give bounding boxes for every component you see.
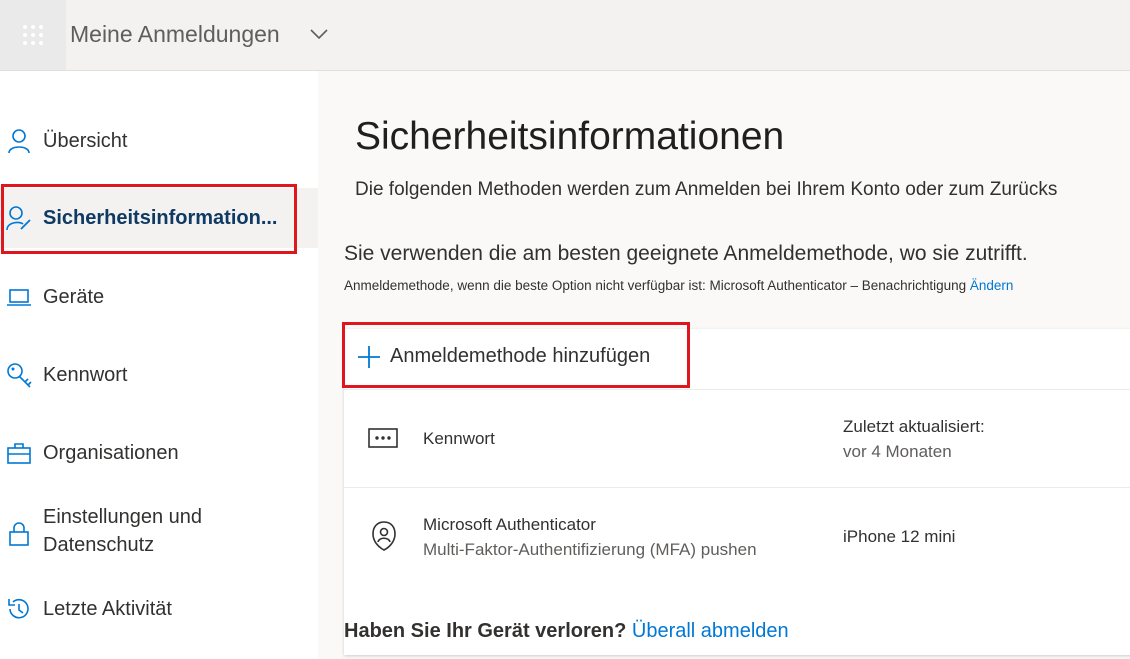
sidebar-item-overview[interactable]: Übersicht — [0, 111, 318, 171]
sidebar-item-label: Letzte Aktivität — [43, 598, 172, 620]
change-default-link[interactable]: Ändern — [970, 278, 1014, 293]
chevron-down-icon[interactable] — [310, 28, 328, 40]
history-icon — [6, 596, 32, 622]
laptop-icon — [6, 284, 32, 310]
person-icon — [6, 128, 32, 154]
lost-device-question: Haben Sie Ihr Gerät verloren? — [344, 620, 627, 642]
app-title[interactable]: Meine Anmeldungen — [70, 21, 280, 48]
default-method-text: Anmeldemethode, wenn die beste Option ni… — [344, 278, 967, 293]
authenticator-icon — [372, 521, 396, 551]
app-launcher-button[interactable] — [0, 0, 66, 70]
page-description: Die folgenden Methoden werden zum Anmeld… — [355, 179, 1058, 200]
sidebar-item-password[interactable]: Kennwort — [0, 345, 318, 405]
method-detail-label: Zuletzt aktualisiert: — [843, 417, 985, 436]
password-dots-icon — [368, 428, 398, 448]
method-name: Microsoft Authenticator — [423, 515, 596, 534]
sidebar-item-label: Einstellungen und Datenschutz — [43, 506, 203, 556]
lock-icon — [6, 521, 32, 547]
sidebar-item-label: Kennwort — [43, 364, 128, 386]
method-detail-value: vor 4 Monaten — [843, 442, 952, 461]
lost-device-prompt: Haben Sie Ihr Gerät verloren? Überall ab… — [344, 620, 789, 643]
default-method-info: Anmeldemethode, wenn die beste Option ni… — [344, 278, 1013, 293]
sidebar-item-recent-activity[interactable]: Letzte Aktivität — [0, 579, 318, 639]
sidebar-item-devices[interactable]: Geräte — [0, 267, 318, 327]
method-row-password: Kennwort Zuletzt aktualisiert: vor 4 Mon… — [344, 390, 1130, 488]
highlight-frame — [342, 322, 690, 388]
top-header: Meine Anmeldungen — [0, 0, 1130, 71]
method-name: Kennwort — [423, 429, 495, 448]
sidebar: Übersicht Sicherheitsinformation... Gerä… — [0, 71, 318, 659]
method-detail-value: iPhone 12 mini — [843, 527, 956, 546]
waffle-icon — [23, 25, 43, 45]
page-title: Sicherheitsinformationen — [355, 115, 785, 158]
method-row-authenticator: Microsoft Authenticator Multi-Faktor-Aut… — [344, 488, 1130, 585]
method-subtitle: Multi-Faktor-Authentifizierung (MFA) pus… — [423, 540, 757, 559]
sidebar-item-label: Organisationen — [43, 442, 179, 464]
default-method-heading: Sie verwenden die am besten geeignete An… — [344, 242, 1028, 265]
sidebar-item-settings-privacy[interactable]: Einstellungen und Datenschutz — [0, 501, 318, 565]
sidebar-item-organizations[interactable]: Organisationen — [0, 423, 318, 483]
sign-out-everywhere-link[interactable]: Überall abmelden — [632, 620, 789, 642]
briefcase-icon — [6, 440, 32, 466]
sidebar-item-label: Geräte — [43, 286, 105, 308]
highlight-frame — [1, 184, 297, 254]
sidebar-item-label: Übersicht — [43, 130, 128, 152]
key-icon — [6, 362, 32, 388]
main-content: Sicherheitsinformationen Die folgenden M… — [319, 71, 1130, 659]
